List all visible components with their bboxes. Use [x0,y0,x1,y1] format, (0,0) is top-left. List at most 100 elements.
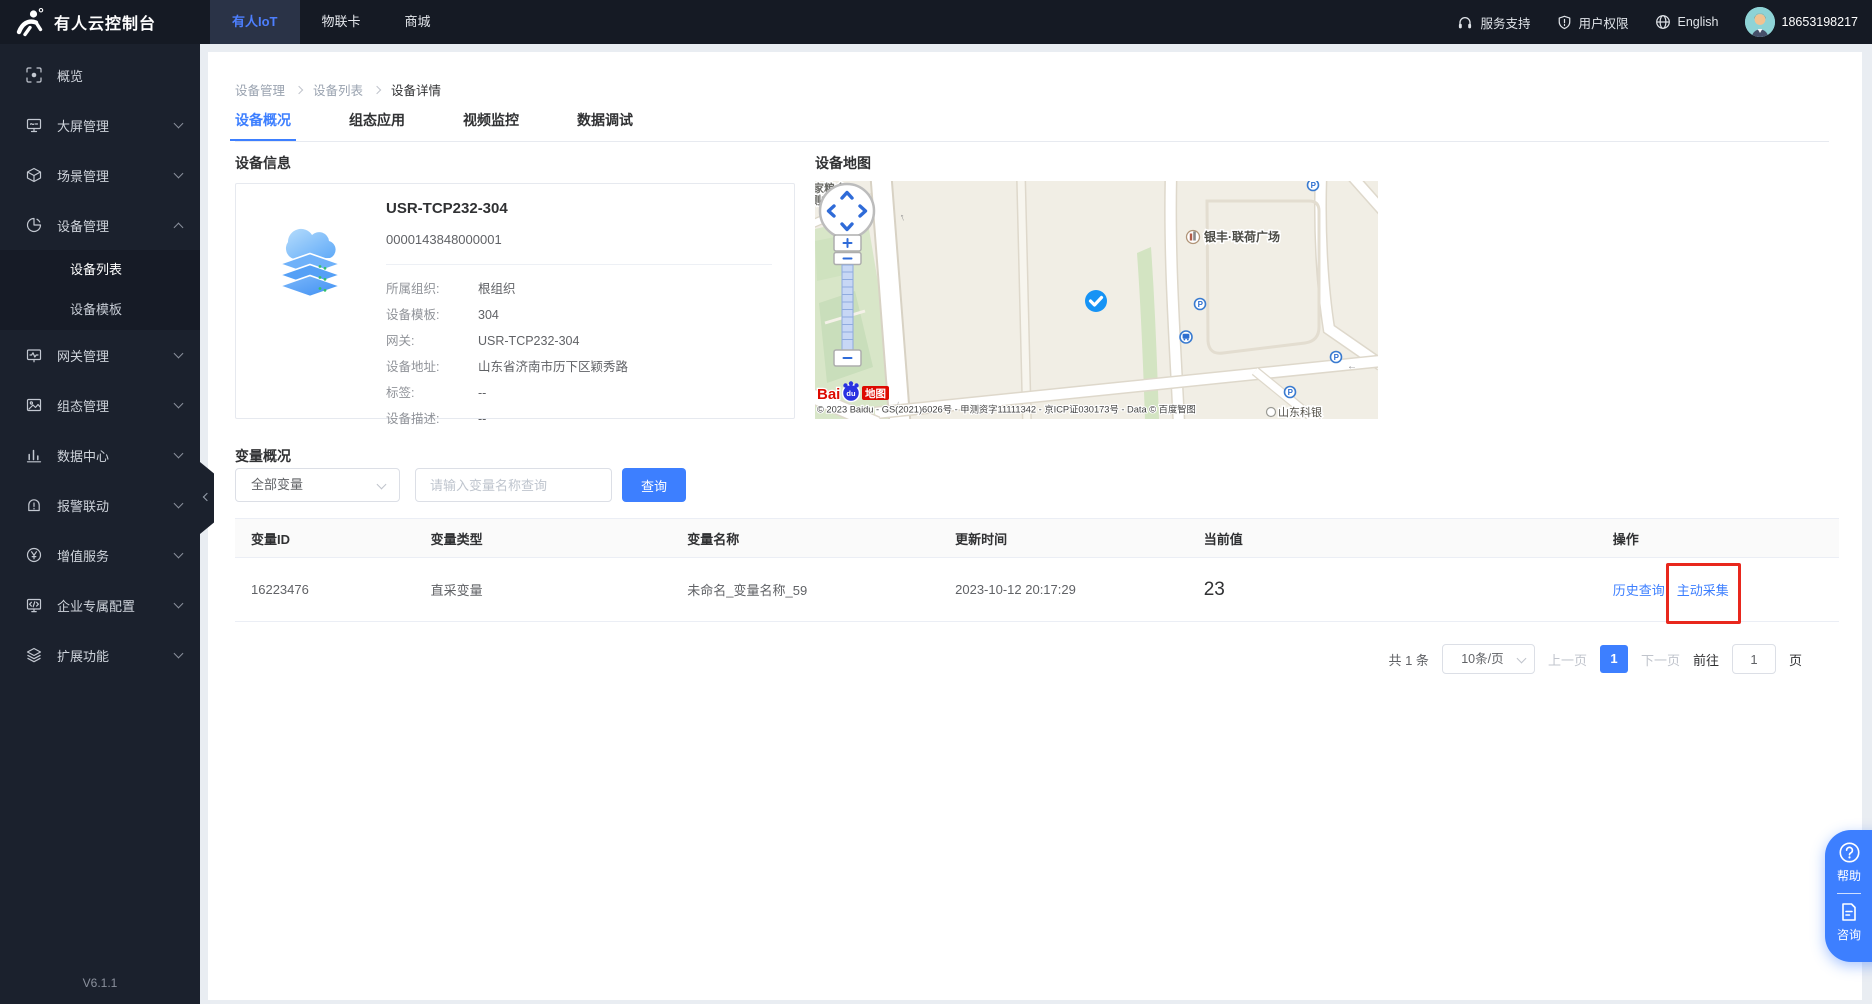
document-icon [1839,902,1859,922]
device-field-address: 设备地址:山东省济南市历下区颖秀路 [386,356,628,375]
cell-variable-id: 16223476 [235,582,415,597]
globe-icon [1655,14,1671,30]
help-button[interactable]: 帮助 [1836,842,1862,884]
device-field-tag: 标签:-- [386,382,486,401]
map-zoom-slider-track[interactable] [842,265,853,350]
device-info-card: USR-TCP232-304 0000143848000001 所属组织:根组织… [235,183,795,419]
chevron-left-icon [203,493,211,501]
device-mgmt-submenu: 设备列表 设备模板 [0,250,200,330]
pie-chart-icon [26,217,42,233]
active-collect-link[interactable]: 主动采集 [1677,580,1729,599]
consult-button[interactable]: 咨询 [1836,902,1862,943]
language-label: English [1678,15,1719,29]
brand-logo[interactable]: 有人云控制台 [0,7,200,37]
svg-text:地图: 地图 [865,387,886,400]
user-permissions-button[interactable]: 用户权限 [1557,13,1629,32]
breadcrumb-device-list[interactable]: 设备列表 [313,80,363,99]
svg-text:P: P [1288,388,1294,397]
sidebar-item-alarm-linkage[interactable]: 报警联动 [0,480,200,530]
sidebar-collapse-handle[interactable] [200,462,214,534]
language-switch[interactable]: English [1655,14,1719,30]
variable-search-input[interactable] [415,468,612,502]
sidebar-item-overview[interactable]: 概览 [0,50,200,100]
variable-type-value: 全部变量 [251,477,303,492]
brand-title: 有人云控制台 [54,10,156,34]
tab-video-monitor[interactable]: 视频监控 [463,110,519,141]
breadcrumb-separator-icon [373,85,381,93]
variable-type-select[interactable]: 全部变量 [235,468,400,502]
next-page-button[interactable]: 下一页 [1641,650,1680,669]
app-root: 有人云控制台 有人IoT 物联卡 商城 服务支持 用户权限 [0,0,1872,1004]
sidebar-item-data-center[interactable]: 数据中心 [0,430,200,480]
sidebar-label: 增值服务 [57,546,109,565]
sidebar-label: 扩展功能 [57,646,109,665]
layers-icon [26,647,42,663]
map-bus-stop-icon [1180,331,1192,343]
device-map[interactable]: ↑ ← ↓ 国家粮食 检测中 银丰·联荷广场 山东科银 [815,181,1378,419]
device-field-gateway: 网关:USR-TCP232-304 [386,330,579,349]
help-label: 帮助 [1837,867,1861,884]
map-device-marker[interactable] [1085,290,1107,312]
topbar: 有人云控制台 有人IoT 物联卡 商城 服务支持 用户权限 [0,0,1872,44]
sidebar-label: 数据中心 [57,446,109,465]
topnav-iot-card[interactable]: 物联卡 [300,0,383,44]
cell-variable-type: 直采变量 [415,580,672,599]
chevron-down-icon [377,480,387,490]
service-support-button[interactable]: 服务支持 [1457,13,1530,32]
goto-page-input[interactable] [1732,644,1776,674]
sidebar-item-screen-mgmt[interactable]: 大屏管理 [0,100,200,150]
device-info-title: 设备信息 [235,153,291,173]
history-query-link[interactable]: 历史查询 [1613,580,1665,599]
device-field-org: 所属组织:根组织 [386,278,516,297]
sidebar-label: 大屏管理 [57,116,109,135]
query-button[interactable]: 查询 [622,468,686,502]
chevron-down-icon [174,648,184,658]
topnav-mall[interactable]: 商城 [383,0,453,44]
app-version: V6.1.1 [0,976,200,990]
topbar-right: 服务支持 用户权限 English [1457,7,1872,37]
sidebar-item-extensions[interactable]: 扩展功能 [0,630,200,680]
sidebar: 概览 大屏管理 场景管理 设备管理 [0,44,200,1004]
svg-text:du: du [846,389,856,398]
main-content: 设备管理 设备列表 设备详情 设备概况 组态应用 视频监控 数据调试 设备信息 … [208,52,1862,1000]
pagination-total: 共 1 条 [1388,650,1428,669]
cube-icon [26,167,42,183]
avatar [1745,7,1775,37]
col-update-time: 更新时间 [939,529,1188,548]
device-id: 0000143848000001 [386,232,502,247]
sidebar-item-value-added-services[interactable]: 增值服务 [0,530,200,580]
page-size-select[interactable]: 10条/页 [1442,644,1535,674]
tab-scada-app[interactable]: 组态应用 [349,110,405,141]
svg-text:P: P [1311,181,1317,190]
breadcrumb-device-detail: 设备详情 [391,80,441,99]
sidebar-label: 报警联动 [57,496,109,515]
sidebar-item-device-list[interactable]: 设备列表 [0,250,200,290]
col-variable-type: 变量类型 [415,529,672,548]
chevron-down-icon [174,398,184,408]
svg-text:银丰·联荷广场: 银丰·联荷广场 [1204,229,1280,244]
topnav-usr-iot[interactable]: 有人IoT [210,0,300,44]
current-page-button[interactable]: 1 [1600,645,1628,673]
page-unit-label: 页 [1789,650,1802,669]
tab-data-debug[interactable]: 数据调试 [577,110,633,141]
sidebar-item-scada-mgmt[interactable]: 组态管理 [0,380,200,430]
bar-chart-icon [26,447,42,463]
cell-update-time: 2023-10-12 20:17:29 [939,582,1188,597]
sidebar-item-enterprise-config[interactable]: 企业专属配置 [0,580,200,630]
prev-page-button[interactable]: 上一页 [1548,650,1587,669]
sidebar-item-device-mgmt[interactable]: 设备管理 [0,200,200,250]
sidebar-item-scene-mgmt[interactable]: 场景管理 [0,150,200,200]
chevron-down-icon [174,348,184,358]
tab-device-overview[interactable]: 设备概况 [235,110,291,141]
breadcrumb-device-mgmt[interactable]: 设备管理 [235,80,285,99]
consult-label: 咨询 [1837,926,1861,943]
sidebar-item-device-template[interactable]: 设备模板 [0,290,200,330]
user-permissions-label: 用户权限 [1579,13,1629,32]
sidebar-label: 网关管理 [57,346,109,365]
map-attribution: © 2023 Baidu - GS(2021)6026号 - 甲测资字11111… [817,404,1196,415]
account[interactable]: 18653198217 [1745,7,1858,37]
cell-actions: 历史查询 主动采集 [1597,580,1839,599]
map-pan-control[interactable] [820,184,874,238]
sidebar-item-gateway-mgmt[interactable]: 网关管理 [0,330,200,380]
svg-text:←: ← [1347,361,1357,372]
